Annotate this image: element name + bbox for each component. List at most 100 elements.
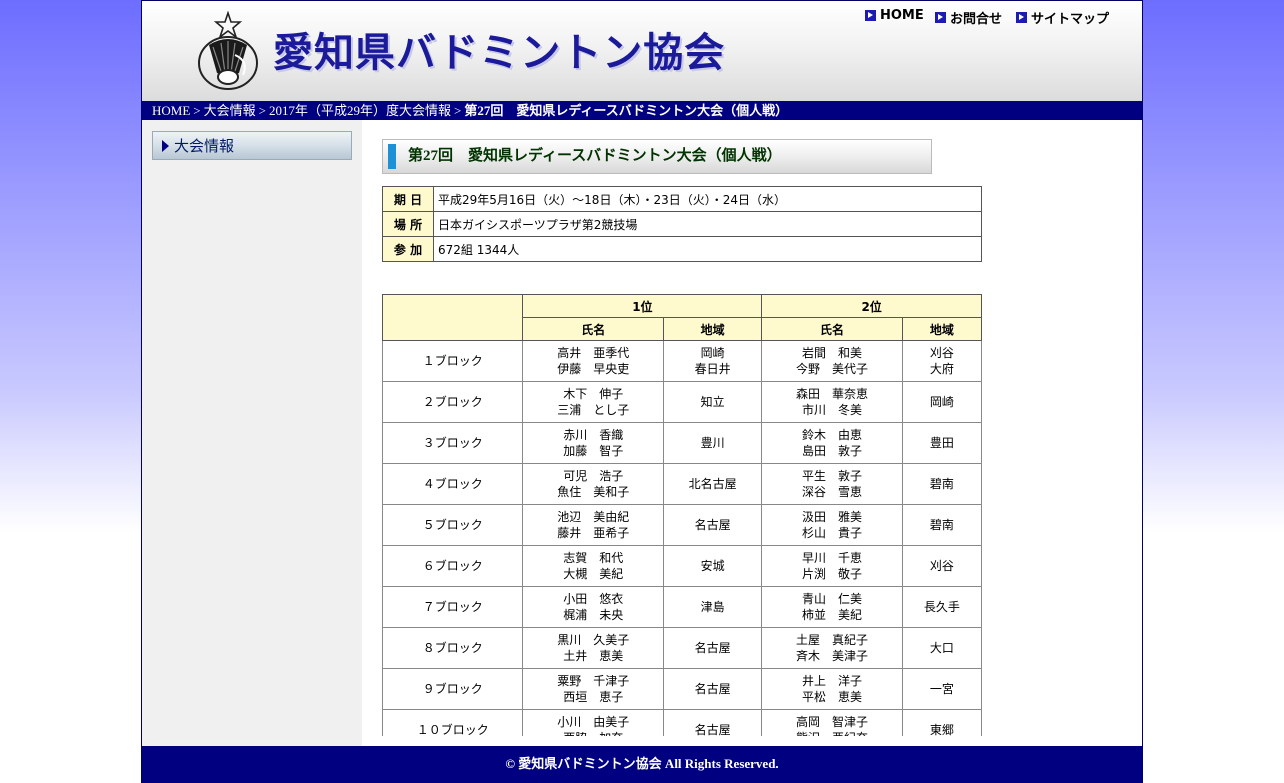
first-place-region-cell: 名古屋 <box>662 709 763 736</box>
table-row: ９ブロック 粟野 千津子 西垣 恵子 名古屋 井上 洋子 平松 恵美 一宮 <box>382 668 983 710</box>
first-place-names-cell-line: 魚住 美和子 <box>557 485 630 499</box>
second-place-names-cell-line: 島田 敦子 <box>801 444 862 458</box>
first-place-region-cell: 北名古屋 <box>662 463 763 505</box>
first-region-header: 地域 <box>662 317 763 341</box>
second-place-header: 2位 <box>761 294 982 318</box>
nav-contact-link[interactable]: お問合せ <box>935 8 1002 27</box>
first-place-names-cell-line: 西脇 加奈 <box>563 731 623 736</box>
first-place-names-cell-line: 藤井 亜希子 <box>557 526 630 540</box>
block-cell-line: ８ブロック <box>422 641 483 655</box>
info-value-participants: 672組 1344人 <box>433 236 982 262</box>
breadcrumb-separator: > <box>258 103 266 118</box>
first-place-names-cell-line: 高井 亜季代 <box>557 346 630 360</box>
breadcrumb: HOME > 大会情報 >2017年（平成29年）度大会情報 > 第27回 愛知県レディー… <box>142 101 1142 120</box>
footer: © 愛知県バドミントン協会 All Rights Reserved. <box>142 746 1142 783</box>
first-place-names-cell-line: 加藤 智子 <box>563 444 624 458</box>
table-row: ５ブロック 池辺 美由紀 藤井 亜希子 名古屋 汲田 雅美 杉山 貴子 碧南 <box>382 504 983 546</box>
second-place-names-cell: 平生 敦子 深谷 雪恵 <box>761 463 903 505</box>
first-place-region-cell-line: 北名古屋 <box>688 477 737 491</box>
block-cell: ９ブロック <box>382 668 524 710</box>
breadcrumb-2017-info-link[interactable]: 2017年（平成29年）度大会情報 <box>269 103 451 118</box>
info-value-date: 平成29年5月16日（火）～18日（木）・23日（火）・24日（水） <box>433 186 982 212</box>
block-cell-line: １０ブロック <box>416 723 489 736</box>
block-cell-line: ４ブロック <box>422 477 483 491</box>
first-place-names-cell-line: 可児 浩子 <box>563 469 624 483</box>
second-place-names-cell-line: 青山 仁美 <box>801 592 862 606</box>
first-place-names-cell: 赤川 香織 加藤 智子 <box>522 422 664 464</box>
table-row: ８ブロック 黒川 久美子 土井 恵美 名古屋 土屋 真紀子 斉木 美津子 大口 <box>382 627 983 669</box>
breadcrumb-current: 第27回 愛知県レディースバドミントン大会（個人戦） <box>464 103 789 118</box>
second-place-region-cell-line: 碧南 <box>929 518 954 532</box>
second-place-names-cell-line: 熊沢 亜紀奈 <box>796 731 868 736</box>
first-place-region-cell: 安城 <box>662 545 763 587</box>
breadcrumb-separator: > <box>193 103 201 118</box>
block-cell: ６ブロック <box>382 545 524 587</box>
first-place-names-cell-line: 志賀 和代 <box>563 551 624 565</box>
breadcrumb-tournament-info-link[interactable]: 大会情報 <box>204 103 256 118</box>
info-row-participants: 参 加 672組 1344人 <box>382 236 982 262</box>
table-row: １０ブロック小川 由美子西脇 加奈名古屋高岡 智津子熊沢 亜紀奈東郷 <box>382 709 983 736</box>
event-info-table: 期 日 平成29年5月16日（火）～18日（木）・23日（火）・24日（水） 場… <box>382 186 982 262</box>
first-place-names-cell: 池辺 美由紀 藤井 亜希子 <box>522 504 664 546</box>
arrow-right-icon <box>935 12 946 23</box>
arrow-right-icon <box>865 10 876 21</box>
info-row-venue: 場 所 日本ガイシスポーツプラザ第2競技場 <box>382 211 982 237</box>
second-place-names-cell: 土屋 真紀子 斉木 美津子 <box>761 627 903 669</box>
second-place-names-cell-line: 井上 洋子 <box>801 674 862 688</box>
first-place-names-cell: 小川 由美子西脇 加奈 <box>522 709 664 736</box>
second-place-region-cell-line: 豊田 <box>929 436 954 450</box>
block-cell: ７ブロック <box>382 586 524 628</box>
info-label-venue: 場 所 <box>382 211 434 237</box>
breadcrumb-home-link[interactable]: HOME <box>152 103 190 118</box>
second-place-region-cell-line: 刈谷 <box>929 559 954 573</box>
first-place-names-cell: 小田 悠衣 梶浦 未央 <box>522 586 664 628</box>
first-place-region-cell-line: 岡崎 <box>700 346 725 360</box>
first-place-names-cell-line: 小川 由美子 <box>557 715 630 729</box>
second-place-names-cell: 井上 洋子 平松 恵美 <box>761 668 903 710</box>
site-header: 愛知県バドミントン協会 HOME お問合せ サイトマップ <box>142 0 1142 101</box>
first-place-region-cell-line: 名古屋 <box>694 518 731 532</box>
second-place-region-cell-line: 東郷 <box>929 723 954 736</box>
page-heading: 第27回 愛知県レディースバドミントン大会（個人戦） <box>382 139 932 174</box>
second-place-region-cell-line: 刈谷 <box>929 346 954 360</box>
second-place-names-cell-line: 片渕 敬子 <box>801 567 862 581</box>
block-cell-line: １ブロック <box>422 354 483 368</box>
table-row: ４ブロック 可児 浩子 魚住 美和子 北名古屋 平生 敦子 深谷 雪恵 碧南 <box>382 463 983 505</box>
main-content: 第27回 愛知県レディースバドミントン大会（個人戦） 期 日 平成29年5月16… <box>382 120 1122 736</box>
first-place-region-cell-line: 安城 <box>700 559 725 573</box>
first-place-names-cell: 黒川 久美子 土井 恵美 <box>522 627 664 669</box>
triangle-right-icon <box>162 139 169 152</box>
first-place-names-cell-line: 木下 伸子 <box>563 387 624 401</box>
site-title[interactable]: 愛知県バドミントン協会 <box>273 27 725 79</box>
sidebar-item-tournament-info[interactable]: 大会情報 <box>152 131 352 160</box>
block-cell: ５ブロック <box>382 504 524 546</box>
first-place-region-cell-line: 知立 <box>700 395 725 409</box>
block-cell: ４ブロック <box>382 463 524 505</box>
second-place-names-cell-line: 斉木 美津子 <box>795 649 868 663</box>
second-place-names-cell-line: 森田 華奈恵 <box>795 387 868 401</box>
second-place-names-cell: 早川 千恵 片渕 敬子 <box>761 545 903 587</box>
second-place-names-cell: 森田 華奈恵 市川 冬美 <box>761 381 903 423</box>
first-place-region-cell-line: 名古屋 <box>694 682 731 696</box>
block-cell-line: ２ブロック <box>422 395 483 409</box>
first-place-names-cell-line: 大槻 美紀 <box>563 567 624 581</box>
block-cell: １０ブロック <box>382 709 524 736</box>
second-place-names-cell-line: 汲田 雅美 <box>801 510 862 524</box>
shuttlecock-logo-icon[interactable] <box>195 11 261 93</box>
first-place-region-cell-line: 名古屋 <box>694 641 731 655</box>
second-place-region-cell-line: 一宮 <box>929 682 954 696</box>
first-place-region-cell: 知立 <box>662 381 763 423</box>
second-place-region-cell: 刈谷 <box>901 545 983 587</box>
page-title: 第27回 愛知県レディースバドミントン大会（個人戦） <box>408 148 782 164</box>
nav-home-link[interactable]: HOME <box>865 8 924 23</box>
first-place-header: 1位 <box>522 294 763 318</box>
second-region-header: 地域 <box>901 317 983 341</box>
first-place-region-cell: 名古屋 <box>662 504 763 546</box>
table-row: １ブロック 高井 亜季代 伊藤 早央吏 岡崎 春日井 岩間 和美 今野 美代子 刈谷 大府 <box>382 340 983 382</box>
second-place-region-cell: 豊田 <box>901 422 983 464</box>
block-cell-line: ９ブロック <box>422 682 483 696</box>
results-table: 1位 2位 氏名 地域 氏名 地域 １ブロック 高井 亜季代 伊藤 早央吏 岡崎 春日井… <box>382 294 983 736</box>
first-place-names-cell-line: 三浦 とし子 <box>557 403 630 417</box>
nav-sitemap-link[interactable]: サイトマップ <box>1016 8 1109 27</box>
page-container: 愛知県バドミントン協会 HOME お問合せ サイトマップ HOME > 大会情報 >2… <box>141 0 1143 783</box>
